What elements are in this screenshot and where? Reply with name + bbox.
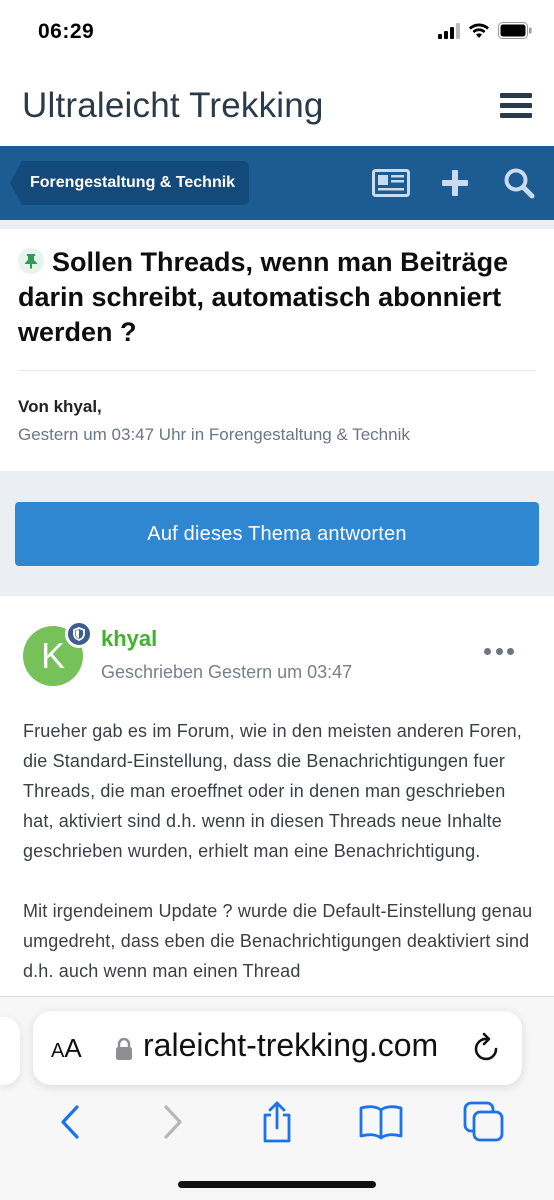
- browser-toolbar: AA raleicht-trekking.com: [0, 996, 554, 1200]
- lock-icon: [116, 1037, 132, 1060]
- topic-author[interactable]: Von khyal,: [18, 397, 536, 417]
- post-card: K khyal Geschrieben Gestern um 03:47 Fru…: [0, 596, 554, 1016]
- status-time: 06:29: [38, 20, 95, 43]
- breadcrumb[interactable]: Forengestaltung & Technik: [10, 161, 250, 205]
- share-icon[interactable]: [252, 1097, 302, 1147]
- tabs-icon[interactable]: [459, 1097, 509, 1147]
- previous-tab-preview[interactable]: [0, 1017, 20, 1085]
- signal-icon: [438, 22, 460, 39]
- post-date: Geschrieben Gestern um 03:47: [101, 662, 353, 682]
- reload-icon[interactable]: [472, 1031, 502, 1063]
- nav-icons: [372, 164, 538, 202]
- bookmarks-icon[interactable]: [356, 1097, 406, 1147]
- post-paragraph: Frueher gab es im Forum, wie in den meis…: [23, 721, 522, 861]
- address-bar[interactable]: AA raleicht-trekking.com: [33, 1011, 522, 1085]
- divider: [18, 370, 536, 371]
- forward-icon[interactable]: [148, 1097, 198, 1147]
- wifi-icon: [469, 23, 489, 38]
- site-header: Ultraleicht Trekking: [0, 66, 554, 146]
- status-bar: 06:29: [0, 0, 554, 66]
- topic-title-text: Sollen Threads, wenn man Beiträge darin …: [18, 247, 509, 347]
- browser-nav-toolbar: [0, 1097, 554, 1147]
- moderator-shield-icon: [65, 620, 93, 648]
- more-options-icon[interactable]: [484, 646, 514, 656]
- nav-bar: Forengestaltung & Technik: [0, 146, 554, 220]
- post-content: Frueher gab es im Forum, wie in den meis…: [23, 716, 538, 1016]
- status-icons: [438, 22, 532, 39]
- reply-button[interactable]: Auf dieses Thema antworten: [15, 502, 539, 566]
- home-indicator[interactable]: [178, 1181, 376, 1188]
- back-icon[interactable]: [45, 1097, 95, 1147]
- topic-title: Sollen Threads, wenn man Beiträge darin …: [18, 245, 536, 350]
- post-paragraph: Mit irgendeinem Update ? wurde die Defau…: [23, 901, 533, 981]
- newspaper-icon[interactable]: [372, 164, 410, 202]
- plus-icon[interactable]: [436, 164, 474, 202]
- topic-meta: Gestern um 03:47 Uhr in Forengestaltung …: [18, 425, 410, 444]
- breadcrumb-arrow: [10, 161, 22, 205]
- post-author[interactable]: khyal: [101, 626, 157, 652]
- reader-settings-button[interactable]: AA: [51, 1033, 82, 1064]
- pin-icon: [18, 247, 44, 274]
- breadcrumb-label: Forengestaltung & Technik: [30, 174, 236, 191]
- topic-header-card: Sollen Threads, wenn man Beiträge darin …: [0, 229, 554, 471]
- site-title[interactable]: Ultraleicht Trekking: [22, 86, 324, 126]
- hamburger-menu-icon[interactable]: [500, 93, 532, 119]
- battery-icon: [498, 22, 532, 39]
- url-text[interactable]: raleicht-trekking.com: [143, 1027, 473, 1064]
- search-icon[interactable]: [500, 164, 538, 202]
- breadcrumb-body: Forengestaltung & Technik: [22, 161, 250, 205]
